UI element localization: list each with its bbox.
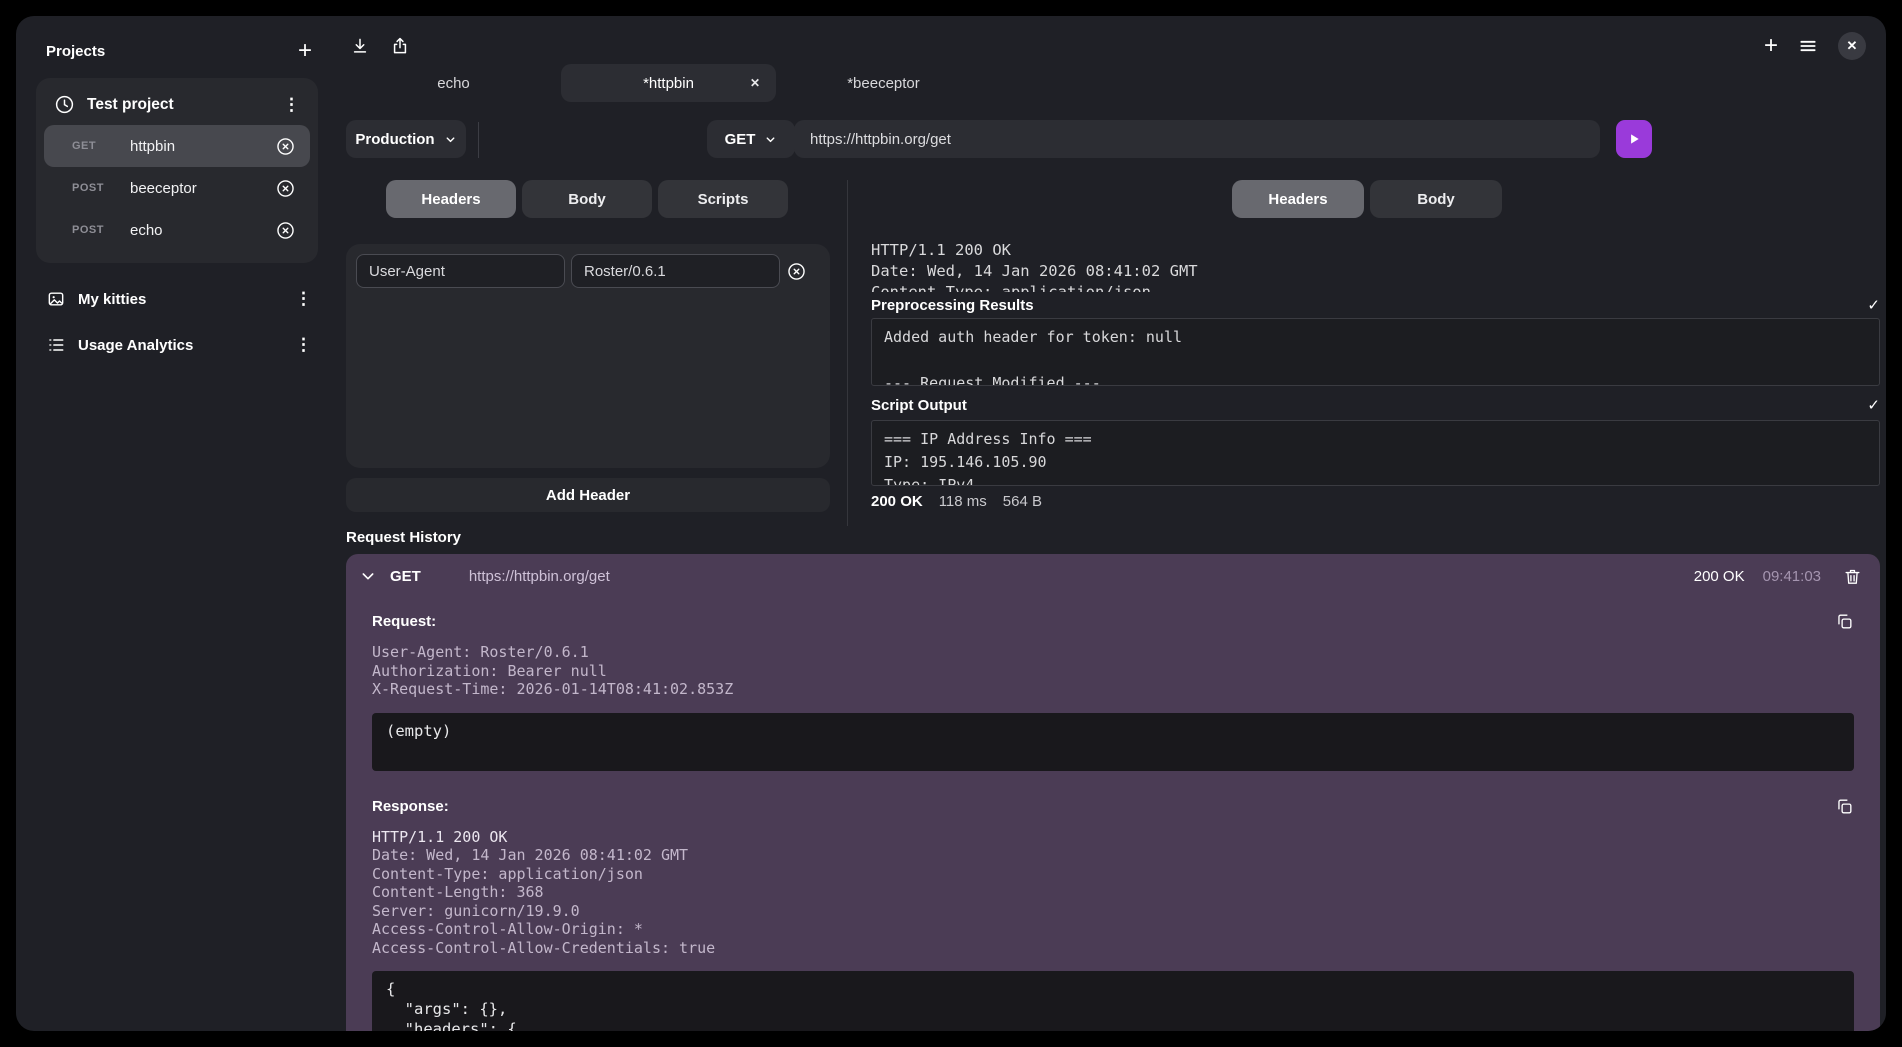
copy-request-icon[interactable] xyxy=(1835,612,1854,631)
history-time: 09:41:03 xyxy=(1763,568,1821,585)
remove-request-icon[interactable] xyxy=(275,220,296,241)
request-method-label: POST xyxy=(72,224,116,236)
sidebar-item-usage-analytics[interactable]: Usage Analytics ⋮ xyxy=(46,335,312,355)
request-method-label: POST xyxy=(72,182,116,194)
section-menu-icon[interactable]: ⋮ xyxy=(295,289,312,309)
status-size: 564 B xyxy=(1003,493,1042,510)
preprocessing-results-title: Preprocessing Results xyxy=(871,297,1034,314)
chevron-down-icon xyxy=(764,133,777,146)
sidebar-item-httpbin[interactable]: GET httpbin xyxy=(44,125,310,167)
section-label: My kitties xyxy=(78,291,283,308)
history-status: 200 OK xyxy=(1694,568,1745,585)
remove-header-icon[interactable] xyxy=(786,261,807,282)
preprocessing-output: Added auth header for token: null --- Re… xyxy=(871,318,1880,386)
status-time: 118 ms xyxy=(939,493,987,510)
sidebar-item-echo[interactable]: POST echo xyxy=(44,209,310,251)
tab-response-body[interactable]: Body xyxy=(1370,180,1502,218)
url-input[interactable] xyxy=(794,120,1600,158)
tab-label: echo xyxy=(437,75,470,92)
history-response-body: { "args": {}, "headers": { xyxy=(372,971,1854,1031)
check-icon: ✓ xyxy=(1867,396,1880,414)
header-key-input[interactable] xyxy=(356,254,565,288)
tab-request-scripts[interactable]: Scripts xyxy=(658,180,788,218)
script-output-title: Script Output xyxy=(871,397,967,414)
tab-echo[interactable]: echo xyxy=(346,64,561,102)
remove-request-icon[interactable] xyxy=(275,136,296,157)
environment-label: Production xyxy=(355,131,434,148)
request-panel-tabs: Headers Body Scripts xyxy=(386,180,788,218)
header-value-input[interactable] xyxy=(571,254,780,288)
toolbar: + ✕ xyxy=(350,30,1866,62)
section-label: Usage Analytics xyxy=(78,337,283,354)
import-icon[interactable] xyxy=(350,36,370,56)
response-status-bar: 200 OK 118 ms 564 B xyxy=(871,493,1042,510)
delete-entry-icon[interactable] xyxy=(1843,567,1862,586)
menu-icon[interactable] xyxy=(1798,36,1818,56)
status-code: 200 OK xyxy=(871,493,923,510)
chevron-down-icon xyxy=(444,133,457,146)
send-request-button[interactable] xyxy=(1616,120,1652,158)
sidebar-item-my-kitties[interactable]: My kitties ⋮ xyxy=(46,289,312,309)
tab-request-headers[interactable]: Headers xyxy=(386,180,516,218)
new-tab-icon[interactable]: + xyxy=(1764,37,1778,55)
history-response-headers: Date: Wed, 14 Jan 2026 08:41:02 GMT Cont… xyxy=(372,846,1854,957)
list-icon xyxy=(46,335,66,355)
add-header-button[interactable]: Add Header xyxy=(346,478,830,512)
tab-label: *beeceptor xyxy=(847,75,920,92)
environment-dropdown[interactable]: Production xyxy=(346,120,466,158)
request-history-title: Request History xyxy=(346,529,461,546)
image-icon xyxy=(46,289,66,309)
project-group: Test project ⋮ GET httpbin POST beecepto… xyxy=(36,78,318,263)
clock-icon xyxy=(54,94,75,115)
script-output: === IP Address Info === IP: 195.146.105.… xyxy=(871,420,1880,486)
close-tab-icon[interactable]: ✕ xyxy=(750,76,760,90)
response-panel-tabs: Headers Body xyxy=(1232,180,1502,218)
history-request-body: (empty) xyxy=(372,713,1854,771)
headers-editor xyxy=(346,244,830,468)
toolbar-divider xyxy=(478,122,479,158)
tab-strip: echo *httpbin ✕ *beeceptor xyxy=(346,64,991,102)
request-name: httpbin xyxy=(130,138,275,155)
request-section-label: Request: xyxy=(372,613,436,630)
sidebar-item-beeceptor[interactable]: POST beeceptor xyxy=(44,167,310,209)
tab-request-body[interactable]: Body xyxy=(522,180,652,218)
tab-httpbin[interactable]: *httpbin ✕ xyxy=(561,64,776,102)
request-method-label: GET xyxy=(72,140,116,152)
copy-response-icon[interactable] xyxy=(1835,797,1854,816)
request-name: beeceptor xyxy=(130,180,275,197)
sidebar: Projects + Test project ⋮ GET httpbin PO… xyxy=(16,16,336,355)
response-section-label: Response: xyxy=(372,798,449,815)
history-method: GET xyxy=(390,568,421,585)
history-url: https://httpbin.org/get xyxy=(469,568,1694,585)
app-window: Projects + Test project ⋮ GET httpbin PO… xyxy=(16,16,1886,1031)
collapse-entry-icon[interactable] xyxy=(360,568,376,584)
header-row xyxy=(356,254,820,288)
remove-request-icon[interactable] xyxy=(275,178,296,199)
method-dropdown[interactable]: GET xyxy=(707,120,795,158)
section-menu-icon[interactable]: ⋮ xyxy=(295,335,312,355)
request-name: echo xyxy=(130,222,275,239)
close-window-button[interactable]: ✕ xyxy=(1838,32,1866,60)
add-project-icon[interactable]: + xyxy=(298,42,312,60)
project-name[interactable]: Test project xyxy=(87,96,271,114)
share-icon[interactable] xyxy=(390,36,410,56)
tab-response-headers[interactable]: Headers xyxy=(1232,180,1364,218)
check-icon: ✓ xyxy=(1867,296,1880,314)
projects-title: Projects xyxy=(46,43,105,60)
history-request-headers: User-Agent: Roster/0.6.1 Authorization: … xyxy=(372,643,1854,699)
history-entry-card: GET https://httpbin.org/get 200 OK 09:41… xyxy=(346,554,1880,1031)
project-menu-icon[interactable]: ⋮ xyxy=(283,95,300,115)
tab-label: *httpbin xyxy=(643,75,694,92)
panel-divider xyxy=(847,180,848,526)
history-response-status-line: HTTP/1.1 200 OK xyxy=(372,828,1854,847)
method-label: GET xyxy=(725,131,756,148)
response-headers-preview: HTTP/1.1 200 OK Date: Wed, 14 Jan 2026 0… xyxy=(871,240,1880,292)
play-icon xyxy=(1627,132,1641,146)
tab-beeceptor[interactable]: *beeceptor xyxy=(776,64,991,102)
history-entry-header[interactable]: GET https://httpbin.org/get 200 OK 09:41… xyxy=(346,554,1880,598)
